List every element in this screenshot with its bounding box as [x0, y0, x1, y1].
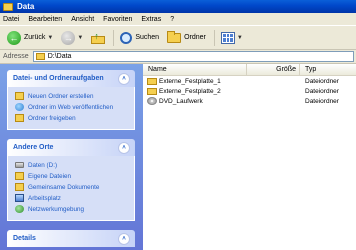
network-icon — [15, 205, 24, 213]
panel-header[interactable]: Details ˄ — [7, 230, 135, 247]
search-label: Suchen — [135, 34, 160, 41]
search-icon — [120, 31, 133, 44]
chevron-down-icon[interactable]: ▼ — [237, 35, 243, 41]
chevron-down-icon[interactable]: ▼ — [77, 35, 83, 41]
dvd-icon — [147, 97, 157, 105]
menu-help[interactable]: ? — [170, 16, 174, 23]
forward-arrow-icon: → — [61, 30, 76, 45]
panel-title: Datei- und Ordneraufgaben — [13, 75, 104, 82]
place-my-documents[interactable]: Eigene Dateien — [15, 171, 128, 181]
column-header-type[interactable]: Typ — [300, 64, 356, 76]
task-share-folder[interactable]: Ordner freigeben — [15, 113, 128, 123]
task-pane: Datei- und Ordneraufgaben ˄ Neuen Ordner… — [0, 64, 143, 250]
new-folder-icon — [15, 92, 24, 100]
address-bar: Adresse D:\Data — [0, 50, 356, 64]
menu-extras[interactable]: Extras — [141, 16, 161, 23]
column-header-size[interactable]: Größe — [247, 63, 300, 76]
panel-header[interactable]: Datei- und Ordneraufgaben ˄ — [7, 70, 135, 87]
views-icon — [220, 31, 235, 44]
up-button[interactable]: ↑ — [88, 29, 108, 47]
folder-icon — [167, 30, 182, 43]
window-title: Data — [17, 2, 35, 11]
collapse-chevron-icon[interactable]: ˄ — [118, 72, 130, 85]
globe-icon — [15, 103, 24, 111]
task-new-folder[interactable]: Neuen Ordner erstellen — [15, 91, 128, 101]
folders-label: Ordner — [184, 34, 206, 41]
toolbar-separator — [213, 29, 215, 46]
menu-datei[interactable]: Datei — [3, 16, 19, 23]
back-arrow-icon: ← — [7, 30, 21, 45]
place-label: Gemeinsame Dokumente — [28, 183, 100, 191]
place-shared-documents[interactable]: Gemeinsame Dokumente — [15, 182, 128, 192]
details-panel: Details ˄ — [7, 230, 135, 247]
task-publish-web[interactable]: Ordner im Web veröffentlichen — [15, 102, 128, 112]
panel-header[interactable]: Andere Orte ˄ — [7, 139, 135, 156]
file-type: Dateiordner — [305, 77, 339, 85]
collapse-chevron-icon[interactable]: ˄ — [118, 232, 130, 245]
panel-body: Daten (D:) Eigene Dateien Gemeinsame Dok… — [7, 156, 135, 221]
search-button[interactable]: Suchen — [117, 29, 162, 47]
toolbar-separator — [113, 29, 115, 46]
views-button[interactable]: ▼ — [218, 29, 246, 47]
back-button[interactable]: ← Zurück ▼ — [4, 29, 56, 47]
address-label: Adresse — [3, 53, 29, 60]
file-type: Dateiordner — [305, 97, 339, 105]
share-folder-icon — [15, 114, 24, 122]
file-type: Dateiordner — [305, 87, 339, 95]
panel-body: Neuen Ordner erstellen Ordner im Web ver… — [7, 87, 135, 130]
place-my-computer[interactable]: Arbeitsplatz — [15, 193, 128, 203]
place-drive-d[interactable]: Daten (D:) — [15, 160, 128, 170]
task-label: Neuen Ordner erstellen — [28, 92, 94, 100]
folder-icon — [15, 172, 24, 180]
file-folder-tasks-panel: Datei- und Ordneraufgaben ˄ Neuen Ordner… — [7, 70, 135, 130]
back-label: Zurück — [24, 34, 46, 41]
task-label: Ordner freigeben — [28, 114, 76, 122]
menu-favoriten[interactable]: Favoriten — [103, 16, 132, 23]
chevron-down-icon[interactable]: ▼ — [47, 35, 53, 41]
panel-title: Details — [13, 235, 36, 242]
folder-icon — [15, 183, 24, 191]
menu-bearbeiten[interactable]: Bearbeiten — [28, 16, 62, 23]
column-header-name[interactable]: Name — [143, 63, 247, 76]
title-bar: Data — [0, 0, 356, 13]
address-input[interactable]: D:\Data — [32, 51, 354, 62]
column-headers: Name Größe Typ — [143, 63, 356, 76]
folder-icon — [147, 87, 157, 95]
folder-icon — [35, 53, 45, 60]
place-label: Eigene Dateien — [28, 172, 72, 180]
place-label: Daten (D:) — [28, 161, 58, 169]
menu-ansicht[interactable]: Ansicht — [71, 16, 94, 23]
other-places-panel: Andere Orte ˄ Daten (D:) Eigene Dateien … — [7, 139, 135, 221]
menu-bar: Datei Bearbeiten Ansicht Favoriten Extra… — [0, 13, 356, 26]
panel-title: Andere Orte — [13, 144, 54, 151]
file-list: Name Größe Typ Externe_Festplatte_1 Date… — [143, 63, 356, 250]
drive-icon — [15, 162, 24, 168]
place-label: Netzwerkumgebung — [28, 205, 85, 213]
folders-button[interactable]: Ordner — [164, 29, 209, 47]
collapse-chevron-icon[interactable]: ˄ — [118, 141, 130, 154]
file-row[interactable]: DVD_Laufwerk Dateiordner — [143, 96, 356, 106]
file-name: Externe_Festplatte_1 — [159, 77, 221, 85]
file-name: DVD_Laufwerk — [159, 97, 203, 105]
address-value: D:\Data — [47, 53, 72, 60]
file-row[interactable]: Externe_Festplatte_2 Dateiordner — [143, 86, 356, 96]
folder-icon — [147, 77, 157, 85]
task-label: Ordner im Web veröffentlichen — [28, 103, 114, 111]
forward-button[interactable]: → ▼ — [58, 29, 86, 47]
toolbar: ← Zurück ▼ → ▼ ↑ Suchen Ordner ▼ — [0, 26, 356, 50]
file-name: Externe_Festplatte_2 — [159, 87, 221, 95]
place-label: Arbeitsplatz — [28, 194, 61, 202]
file-row[interactable]: Externe_Festplatte_1 Dateiordner — [143, 76, 356, 86]
place-network[interactable]: Netzwerkumgebung — [15, 204, 128, 214]
computer-icon — [15, 194, 24, 202]
folder-icon — [3, 2, 13, 11]
folder-up-icon: ↑ — [91, 31, 106, 44]
